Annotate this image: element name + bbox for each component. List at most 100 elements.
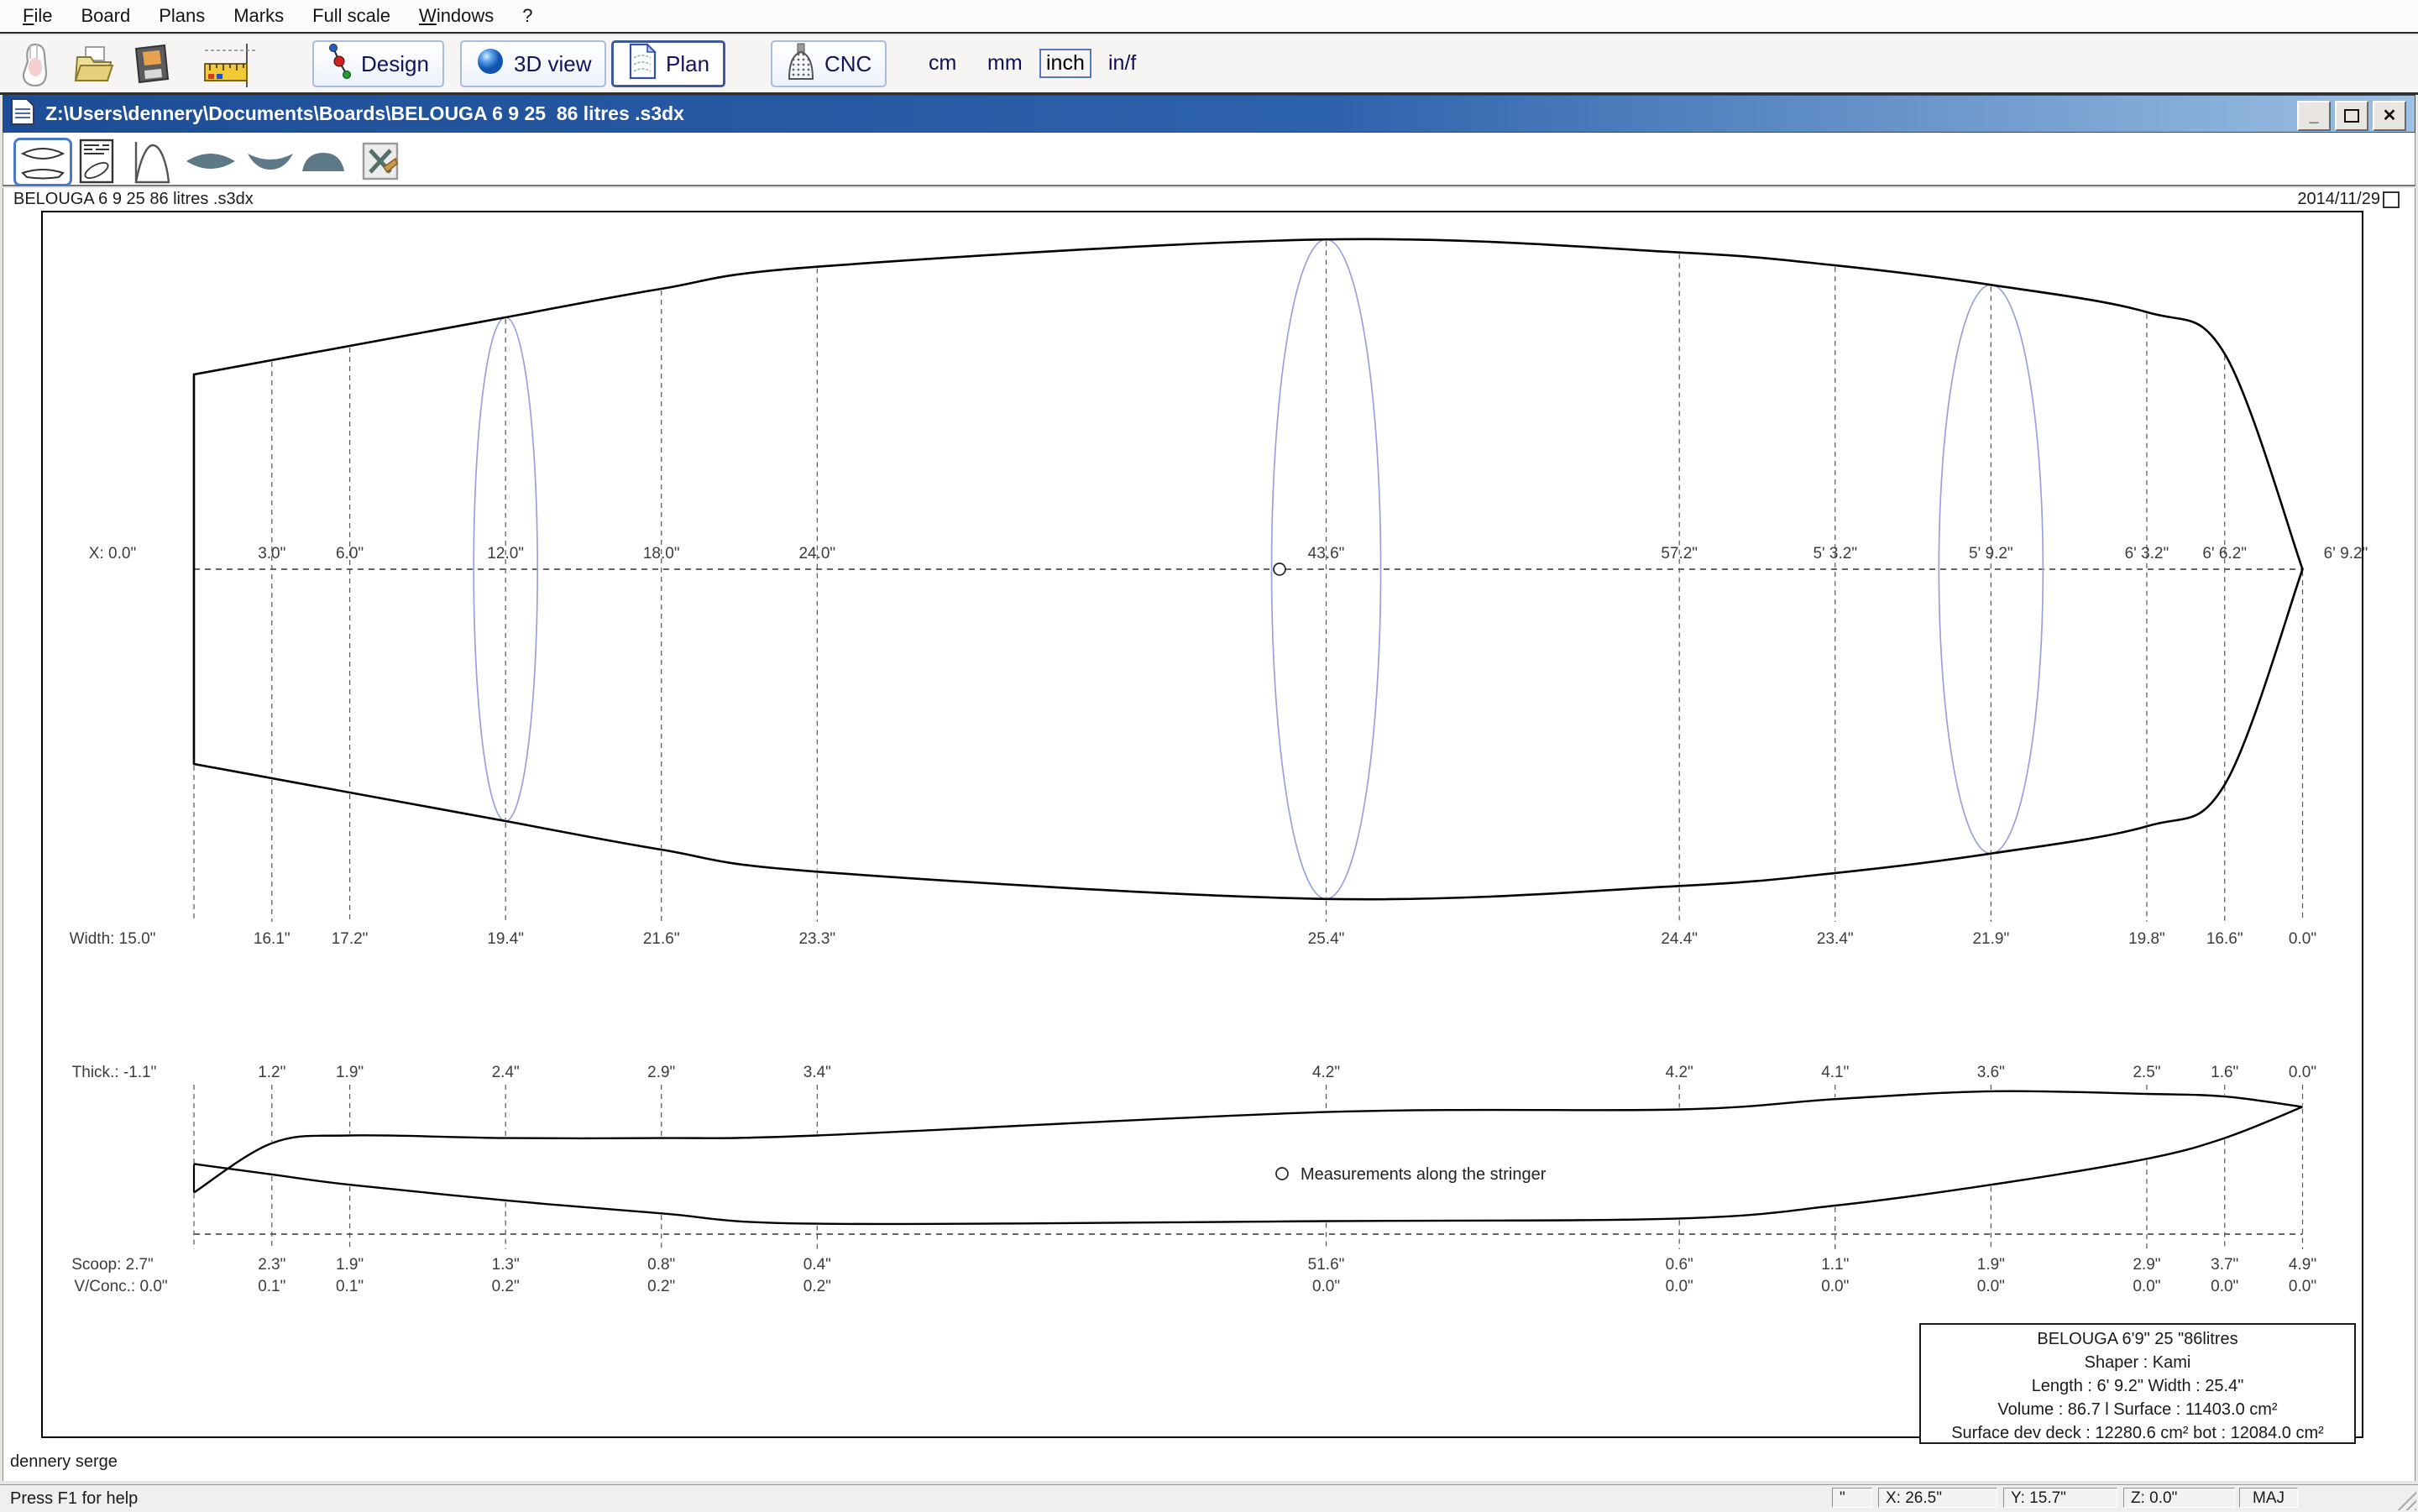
board-drawing[interactable]: Measurements along the stringerX: 0.0"Wi… xyxy=(3,188,2416,1481)
plan-button-label: Plan xyxy=(666,51,709,77)
measure-label: 2.3" xyxy=(258,1256,285,1274)
plan-outline-icon[interactable] xyxy=(183,138,238,185)
3d-sphere-icon xyxy=(475,46,505,82)
cnc-button[interactable]: CNC xyxy=(771,40,887,87)
maximize-button[interactable] xyxy=(2335,101,2368,131)
measure-label: 5' 3.2" xyxy=(1813,545,1857,562)
info-line-model: BELOUGA 6'9" 25 "86litres xyxy=(1921,1327,2354,1351)
3d-view-button-label: 3D view xyxy=(514,51,591,77)
menu-item-board[interactable]: Board xyxy=(66,5,144,27)
measure-label: 0.0" xyxy=(1821,1278,1849,1295)
measure-label: 0.2" xyxy=(803,1278,831,1295)
measure-label: 24.4" xyxy=(1661,930,1698,948)
measure-label: 21.6" xyxy=(643,930,680,948)
board-info-box: BELOUGA 6'9" 25 "86litres Shaper : Kami … xyxy=(1919,1323,2356,1444)
design-button[interactable]: Design xyxy=(312,40,444,87)
measure-label: 5' 9.2" xyxy=(1969,545,2013,562)
measure-label: 0.8" xyxy=(647,1256,675,1274)
measure-label: 4.2" xyxy=(1312,1064,1340,1081)
outline-profile-view-icon[interactable] xyxy=(13,138,72,186)
cross-section-icon[interactable] xyxy=(299,138,348,185)
menu-item-plans[interactable]: Plans xyxy=(144,5,219,27)
main-toolbar: Design 3D view Plan CNC xyxy=(0,35,2418,95)
measure-label: Width: 15.0" xyxy=(70,930,156,948)
foil-curve-icon[interactable] xyxy=(131,138,173,185)
3d-view-button[interactable]: 3D view xyxy=(460,40,606,87)
menu-item-help[interactable]: ? xyxy=(508,5,547,27)
measure-label: 0.0" xyxy=(2211,1278,2238,1295)
info-line-length-width: Length : 6' 9.2" Width : 25.4" xyxy=(1921,1374,2354,1398)
measure-label: 25.4" xyxy=(1308,930,1345,948)
status-y-readout: Y: 15.7" xyxy=(2003,1488,2117,1508)
measure-label: 51.6" xyxy=(1308,1256,1345,1274)
measure-label: 0.0" xyxy=(1312,1278,1340,1295)
unit-inf[interactable]: in/f xyxy=(1102,49,1143,78)
measure-label: 19.8" xyxy=(2128,930,2165,948)
author-name: dennery serge xyxy=(10,1452,118,1472)
measure-label: 1.3" xyxy=(492,1256,520,1274)
measure-label: 24.0" xyxy=(798,545,835,562)
measure-label: 3.6" xyxy=(1977,1064,2005,1081)
measure-label: 2.4" xyxy=(492,1064,520,1081)
status-bar: Press F1 for help " X: 26.5" Y: 15.7" Z:… xyxy=(0,1484,2418,1512)
measure-label: 43.6" xyxy=(1308,545,1345,562)
measure-label: 1.9" xyxy=(336,1256,364,1274)
measure-label: 0.0" xyxy=(1666,1278,1693,1295)
close-button[interactable]: ✕ xyxy=(2373,101,2406,131)
measure-label: 6' 3.2" xyxy=(2125,545,2169,562)
measure-label: 18.0" xyxy=(643,545,680,562)
measure-label: Scoop: 2.7" xyxy=(71,1256,154,1274)
info-line-dev-surface: Surface dev deck : 12280.6 cm² bot : 120… xyxy=(1921,1421,2354,1445)
deck-curve xyxy=(194,1091,2303,1193)
measure-label: 0.2" xyxy=(647,1278,675,1295)
view-toolbar xyxy=(3,133,2415,186)
menu-bar: File Board Plans Marks Full scale Window… xyxy=(0,0,2418,34)
measure-label: 16.6" xyxy=(2206,930,2243,948)
open-folder-icon[interactable] xyxy=(74,42,116,90)
measure-label: 6.0" xyxy=(336,545,364,562)
rocker-profile-icon[interactable] xyxy=(245,138,296,185)
measure-label: 12.0" xyxy=(487,545,524,562)
measure-label: 3.0" xyxy=(258,545,285,562)
document-icon xyxy=(10,97,35,130)
cnc-button-label: CNC xyxy=(824,51,871,77)
export-spreadsheet-icon[interactable] xyxy=(359,138,401,185)
minimize-button[interactable]: _ xyxy=(2297,101,2331,131)
spec-sheet-icon[interactable] xyxy=(77,138,116,185)
measure-label: 2.5" xyxy=(2133,1064,2160,1081)
select-hand-icon[interactable] xyxy=(15,42,54,92)
menu-item-marks[interactable]: Marks xyxy=(219,5,298,27)
window-title: Z:\Users\dennery\Documents\Boards\BELOUG… xyxy=(45,102,684,125)
resize-grip[interactable] xyxy=(2394,1488,2416,1510)
status-help-text: Press F1 for help xyxy=(10,1489,138,1509)
measure-label: 0.0" xyxy=(2133,1278,2160,1295)
design-icon xyxy=(327,41,353,87)
unit-cm[interactable]: cm xyxy=(922,49,963,78)
menu-item-file[interactable]: File xyxy=(8,5,66,27)
menu-item-full-scale[interactable]: Full scale xyxy=(298,5,405,27)
measure-label: 6' 9.2" xyxy=(2324,545,2368,562)
cnc-bit-icon xyxy=(786,42,816,86)
board-document: BELOUGA 6 9 25 86 litres .s3dx 2014/11/2… xyxy=(3,188,2415,1481)
save-icon[interactable] xyxy=(133,42,171,90)
measure-label: 23.4" xyxy=(1817,930,1854,948)
plan-button[interactable]: Plan xyxy=(611,40,725,87)
menu-item-windows[interactable]: Windows xyxy=(405,5,508,27)
measure-label: 0.0" xyxy=(2289,1278,2316,1295)
measure-label: 21.9" xyxy=(1972,930,2009,948)
ruler-icon[interactable] xyxy=(203,42,259,93)
rocker-bottom-curve xyxy=(194,1107,2303,1224)
unit-inch[interactable]: inch xyxy=(1039,49,1091,78)
measure-label: 1.1" xyxy=(1821,1256,1849,1274)
measure-label: 2.9" xyxy=(2133,1256,2160,1274)
measure-label: 0.4" xyxy=(803,1256,831,1274)
measure-label: X: 0.0" xyxy=(89,545,136,562)
measure-label: 0.0" xyxy=(2289,1064,2316,1081)
measure-label: 0.0" xyxy=(2289,930,2316,948)
unit-mm[interactable]: mm xyxy=(981,49,1029,78)
info-line-shaper: Shaper : Kami xyxy=(1921,1351,2354,1374)
measure-label: 4.2" xyxy=(1666,1064,1693,1081)
measure-label: 0.1" xyxy=(336,1278,364,1295)
measure-label: V/Conc.: 0.0" xyxy=(74,1278,167,1295)
measure-label: 2.9" xyxy=(647,1064,675,1081)
